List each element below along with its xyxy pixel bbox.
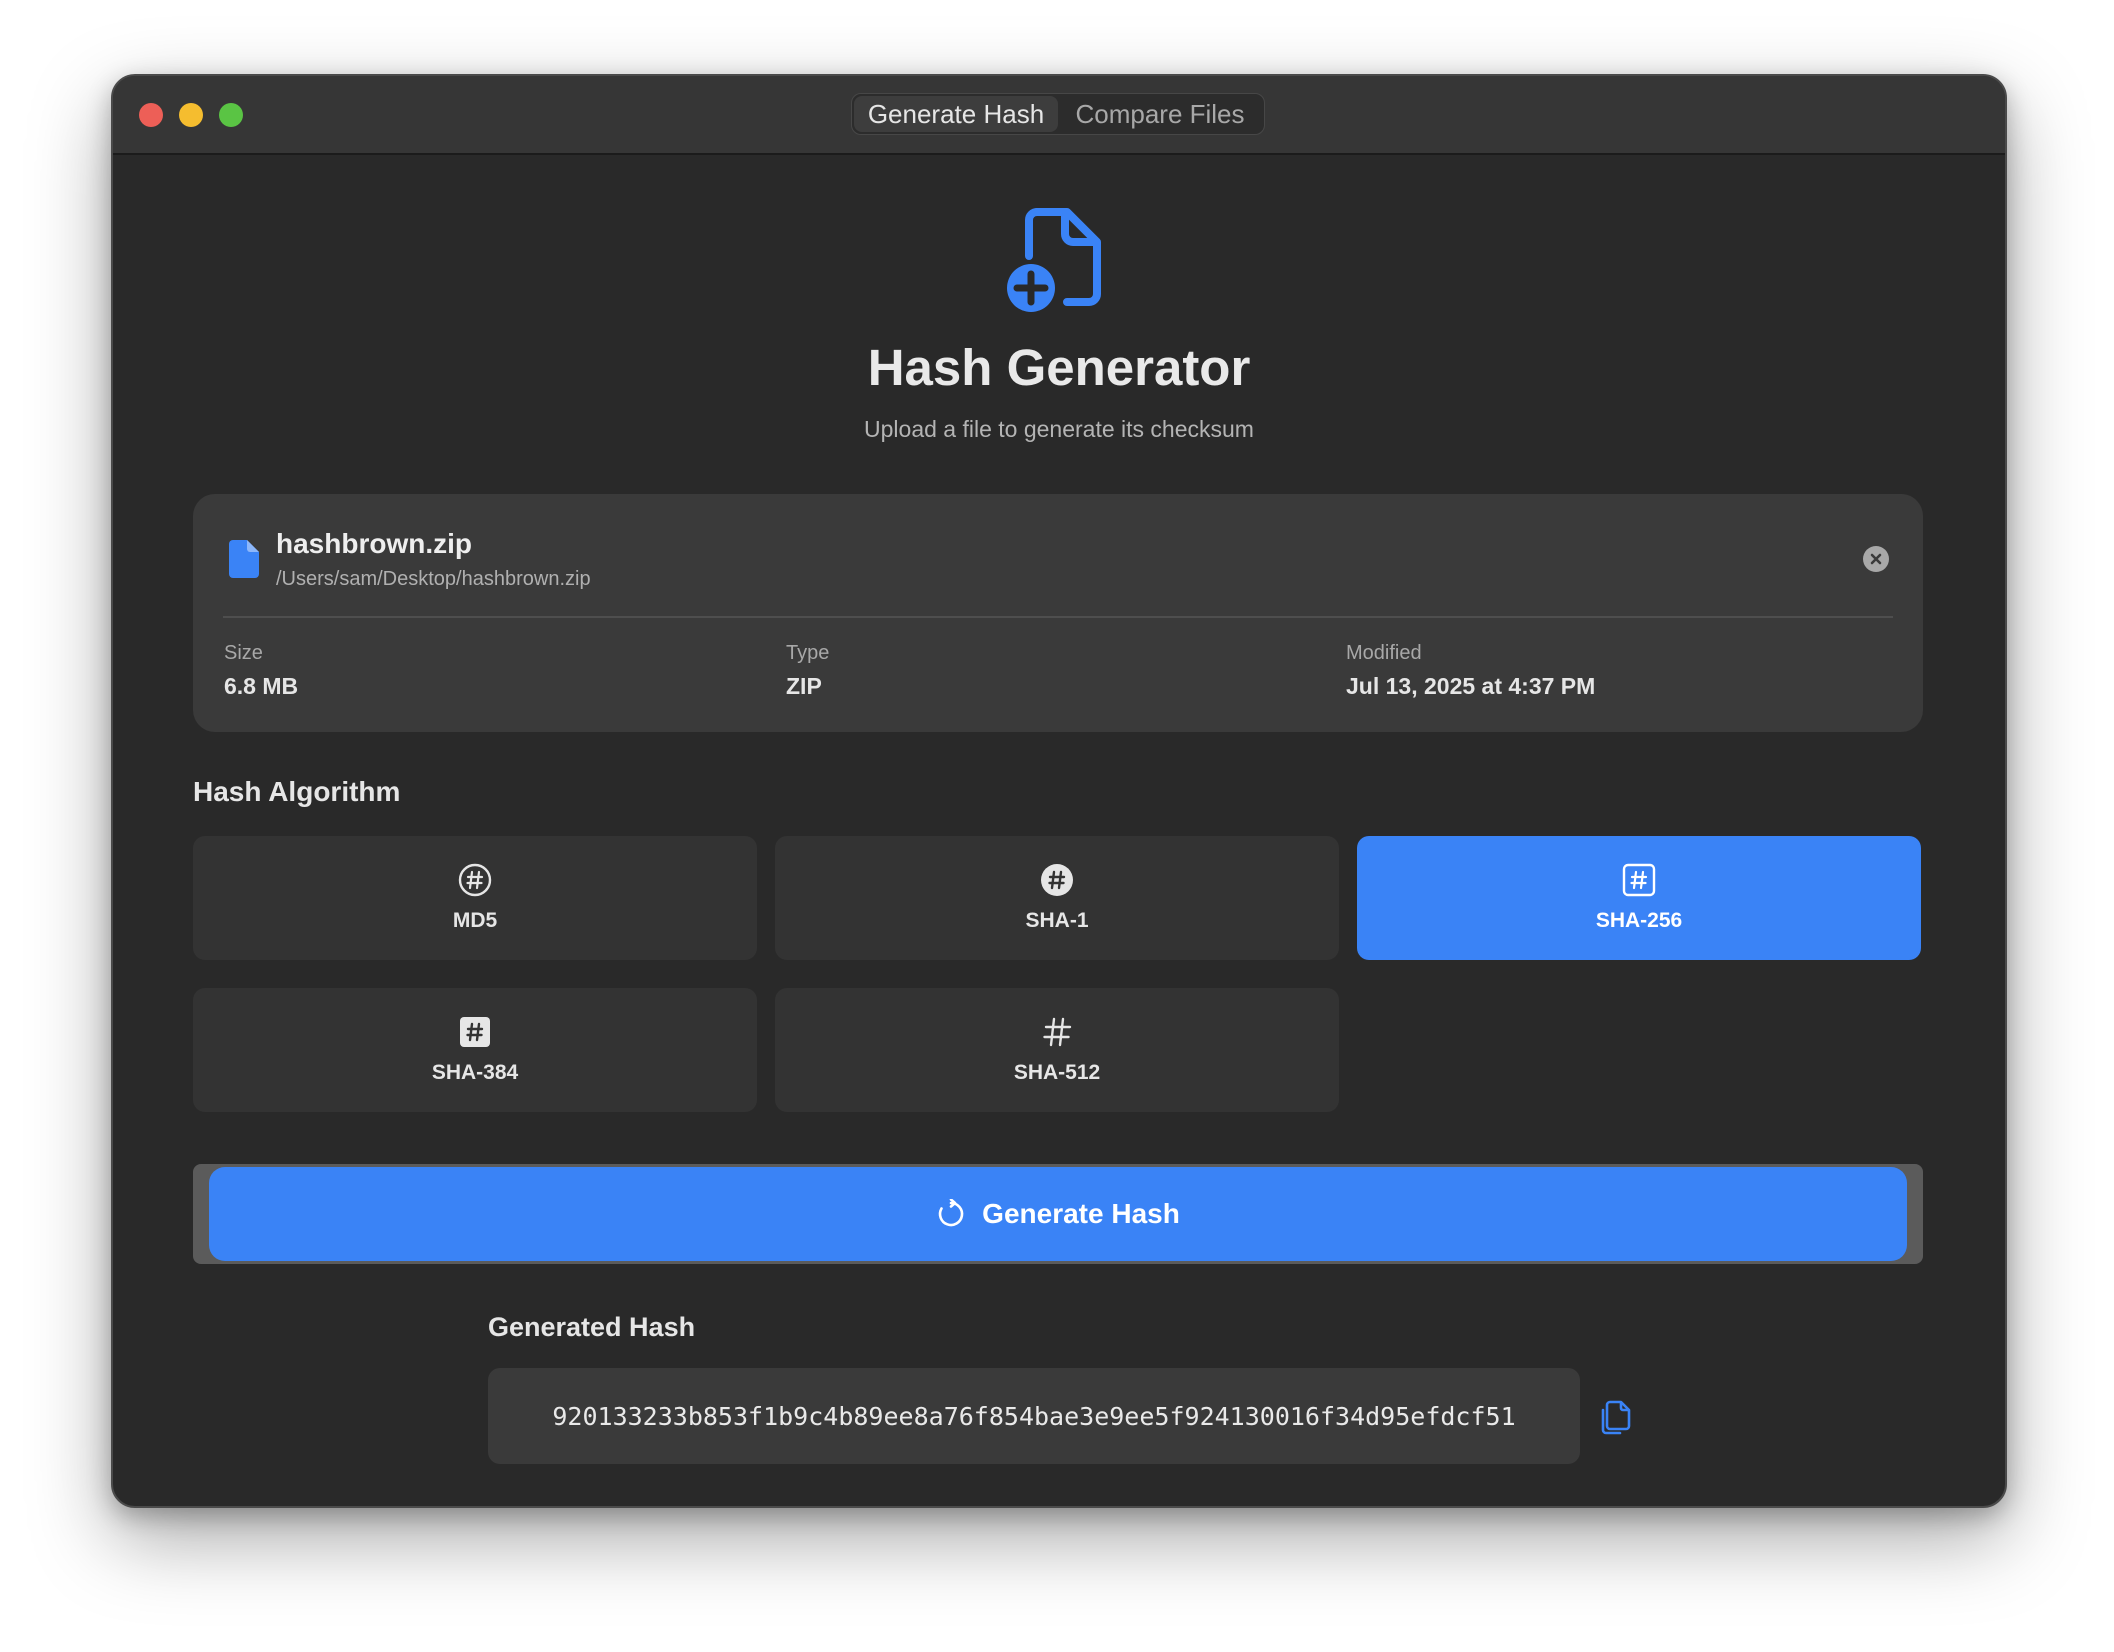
page-title: Hash Generator — [867, 339, 1251, 396]
card-divider — [223, 616, 1893, 618]
algo-md5-label: MD5 — [452, 909, 498, 932]
meta-size-value: 6.8 MB — [224, 673, 299, 699]
file-card: hashbrown.zip /Users/sam/Desktop/hashbro… — [193, 494, 1923, 732]
title-bar: Generate Hash Compare Files — [113, 76, 2005, 155]
algo-sha384-button[interactable]: SHA-384 — [193, 988, 757, 1112]
remove-file-button[interactable] — [1863, 546, 1889, 572]
algo-sha512-button[interactable]: SHA-512 — [775, 988, 1339, 1112]
algo-sha256-label: SHA-256 — [1595, 909, 1683, 932]
algo-sha1-button[interactable]: SHA-1 — [775, 836, 1339, 960]
meta-size: Size 6.8 MB — [224, 642, 298, 700]
algo-sha512-label: SHA-512 — [1013, 1061, 1101, 1084]
copy-icon[interactable] — [1597, 1398, 1633, 1436]
generated-hash-value[interactable]: 920133233b853f1b9c4b89ee8a76f854bae3e9ee… — [552, 1402, 1515, 1431]
generate-hash-container: Generate Hash — [193, 1164, 1923, 1264]
meta-type-label: Type — [786, 642, 830, 664]
generate-hash-label: Generate Hash — [982, 1198, 1180, 1229]
number-circle-fill-icon — [1041, 864, 1073, 896]
minimize-window-button[interactable] — [179, 103, 203, 127]
meta-modified: Modified Jul 13, 2025 at 4:37 PM — [1346, 642, 1595, 700]
generated-hash-label: Generated Hash — [488, 1312, 696, 1342]
hash-algorithm-label: Hash Algorithm — [193, 776, 401, 807]
meta-modified-label: Modified — [1346, 642, 1422, 664]
zoom-window-button[interactable] — [219, 103, 243, 127]
doc-badge-plus-icon — [1007, 208, 1101, 312]
tab-compare-files[interactable]: Compare Files — [1058, 96, 1262, 132]
generated-hash-field[interactable]: 920133233b853f1b9c4b89ee8a76f854bae3e9ee… — [488, 1368, 1580, 1464]
number-square-icon — [1622, 863, 1656, 897]
file-name: hashbrown.zip — [276, 528, 472, 559]
mode-segmented-control: Generate Hash Compare Files — [851, 93, 1265, 135]
algo-sha256-button[interactable]: SHA-256 — [1357, 836, 1921, 960]
algo-md5-button[interactable]: MD5 — [193, 836, 757, 960]
number-square-fill-icon — [460, 1017, 490, 1047]
algo-sha1-label: SHA-1 — [1025, 909, 1089, 932]
page-subtitle: Upload a file to generate its checksum — [864, 416, 1254, 442]
algo-sha384-label: SHA-384 — [431, 1061, 519, 1084]
meta-modified-value: Jul 13, 2025 at 4:37 PM — [1346, 673, 1596, 699]
generate-hash-button[interactable]: Generate Hash — [209, 1167, 1907, 1261]
file-path: /Users/sam/Desktop/hashbrown.zip — [276, 568, 591, 590]
app-window: Generate Hash Compare Files Hash Generat… — [111, 74, 2007, 1508]
close-window-button[interactable] — [139, 103, 163, 127]
meta-type-value: ZIP — [786, 673, 822, 699]
tab-generate-hash[interactable]: Generate Hash — [854, 96, 1058, 132]
meta-size-label: Size — [224, 642, 263, 664]
number-circle-icon — [458, 863, 492, 897]
document-icon — [229, 540, 259, 578]
meta-type: Type ZIP — [786, 642, 829, 700]
close-circle-icon — [1870, 553, 1882, 565]
arrow-clockwise-icon — [938, 1199, 964, 1227]
number-icon — [1043, 1017, 1072, 1047]
